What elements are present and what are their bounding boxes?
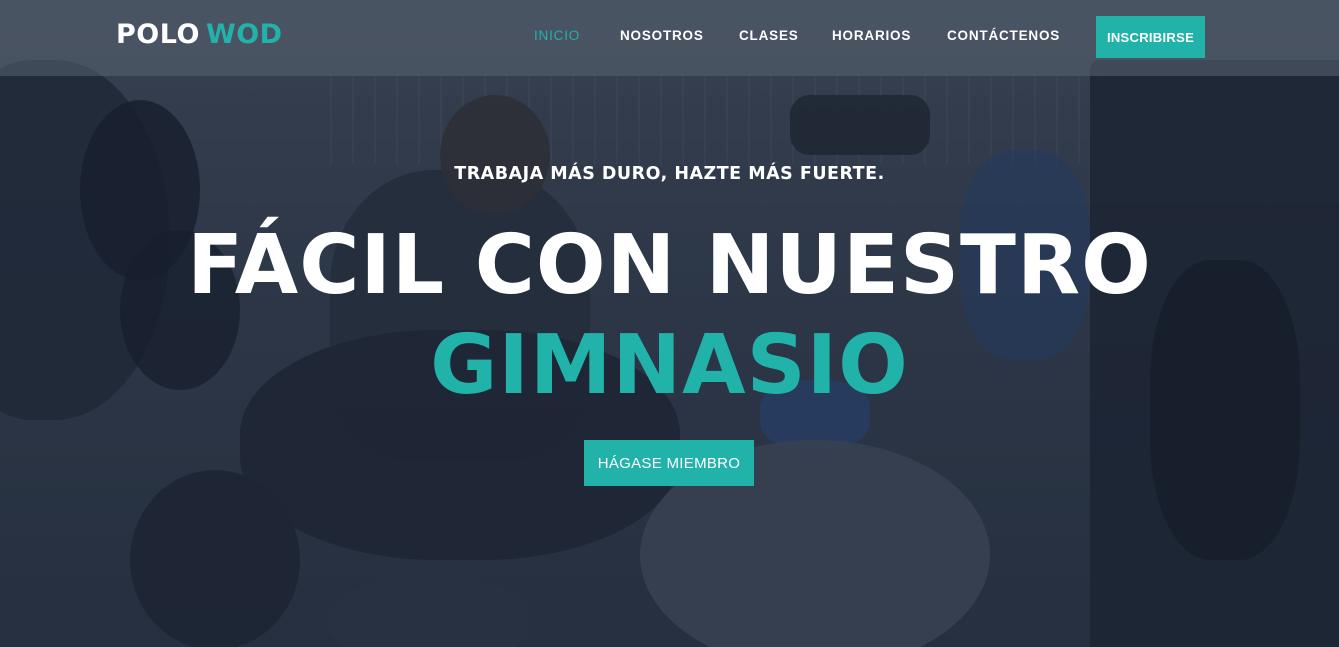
hero-headline-accent: GIMNASIO xyxy=(430,318,909,413)
join-member-button[interactable]: HÁGASE MIEMBRO xyxy=(584,440,754,486)
hero-headline: FÁCIL CON NUESTRO xyxy=(187,218,1152,313)
hero-content: TRABAJA MÁS DURO, HAZTE MÁS FUERTE. FÁCI… xyxy=(0,0,1339,647)
hero-tagline: TRABAJA MÁS DURO, HAZTE MÁS FUERTE. xyxy=(454,164,885,184)
hero-section: POLO WOD INICIO NOSOTROS CLASES HORARIOS … xyxy=(0,0,1339,647)
